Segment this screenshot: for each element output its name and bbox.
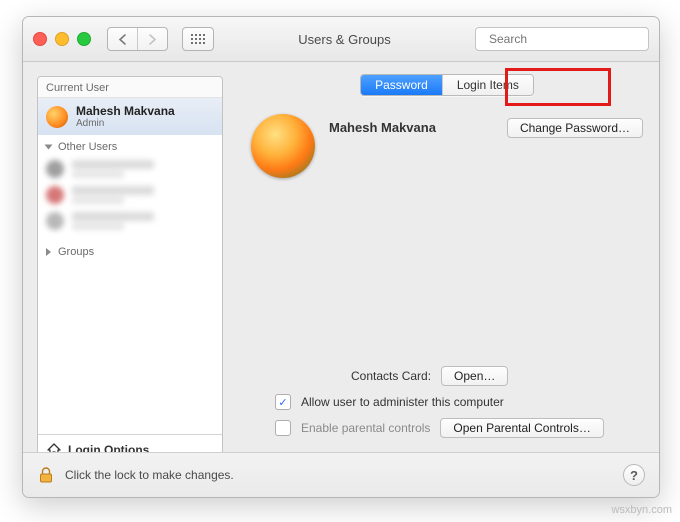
other-users-header[interactable]: Other Users — [38, 135, 222, 156]
list-item[interactable] — [46, 212, 214, 230]
options-area: Contacts Card: Open… ✓ Allow user to adm… — [235, 366, 659, 438]
main-panel: Password Login Items Mahesh Makvana Chan… — [235, 62, 659, 498]
admin-checkbox-label: Allow user to administer this computer — [301, 395, 504, 409]
tab-password[interactable]: Password — [361, 75, 442, 95]
search-input[interactable] — [487, 31, 646, 47]
footer-bar: Click the lock to make changes. ? — [23, 452, 659, 497]
lock-icon[interactable] — [37, 466, 55, 484]
parental-checkbox[interactable] — [275, 420, 291, 436]
user-avatar-icon — [46, 160, 64, 178]
current-user-role: Admin — [76, 118, 175, 129]
chevron-left-icon — [118, 34, 127, 45]
other-users-list — [38, 156, 222, 240]
contacts-card-label: Contacts Card: — [351, 369, 431, 383]
admin-checkbox[interactable]: ✓ — [275, 394, 291, 410]
window-title: Users & Groups — [220, 32, 469, 47]
parental-controls-row: Enable parental controls Open Parental C… — [275, 418, 604, 438]
close-window-button[interactable] — [33, 32, 47, 46]
user-avatar-icon — [46, 186, 64, 204]
watermark: wsxbyn.com — [611, 504, 672, 516]
user-avatar[interactable] — [251, 114, 315, 178]
help-button[interactable]: ? — [623, 464, 645, 486]
nav-back-forward — [107, 27, 168, 51]
contacts-open-button[interactable]: Open… — [441, 366, 508, 386]
minimize-window-button[interactable] — [55, 32, 69, 46]
user-avatar-icon — [46, 212, 64, 230]
tab-login-items[interactable]: Login Items — [442, 75, 533, 95]
titlebar: Users & Groups — [23, 17, 659, 62]
show-all-button[interactable] — [182, 27, 214, 51]
user-list: Current User Mahesh Makvana Admin Other … — [37, 76, 223, 466]
profile-row: Mahesh Makvana Change Password… — [251, 114, 643, 178]
list-item[interactable] — [46, 160, 214, 178]
zoom-window-button[interactable] — [77, 32, 91, 46]
current-user-header: Current User — [38, 77, 222, 98]
current-user-name: Mahesh Makvana — [76, 104, 175, 118]
sidebar-column: Current User Mahesh Makvana Admin Other … — [23, 62, 235, 498]
profile-name: Mahesh Makvana — [329, 120, 436, 135]
admin-checkbox-row: ✓ Allow user to administer this computer — [275, 394, 504, 410]
current-user-row[interactable]: Mahesh Makvana Admin — [38, 98, 222, 135]
window-controls — [33, 32, 91, 46]
forward-button[interactable] — [138, 28, 167, 50]
groups-header[interactable]: Groups — [38, 240, 222, 261]
grid-icon — [191, 34, 205, 44]
parental-checkbox-label: Enable parental controls — [301, 421, 430, 435]
list-item[interactable] — [46, 186, 214, 204]
search-field[interactable] — [475, 27, 649, 51]
prefs-window: Users & Groups Current User Mahesh Makva… — [22, 16, 660, 498]
tab-bar: Password Login Items — [360, 74, 534, 96]
change-password-button[interactable]: Change Password… — [507, 118, 643, 138]
chevron-right-icon — [148, 34, 157, 45]
contacts-card-row: Contacts Card: Open… — [351, 366, 508, 386]
disclosure-triangle-icon — [45, 145, 53, 150]
disclosure-triangle-icon — [46, 248, 51, 256]
open-parental-controls-button[interactable]: Open Parental Controls… — [440, 418, 603, 438]
lock-hint: Click the lock to make changes. — [65, 468, 234, 482]
back-button[interactable] — [108, 28, 138, 50]
user-avatar-icon — [46, 106, 68, 128]
